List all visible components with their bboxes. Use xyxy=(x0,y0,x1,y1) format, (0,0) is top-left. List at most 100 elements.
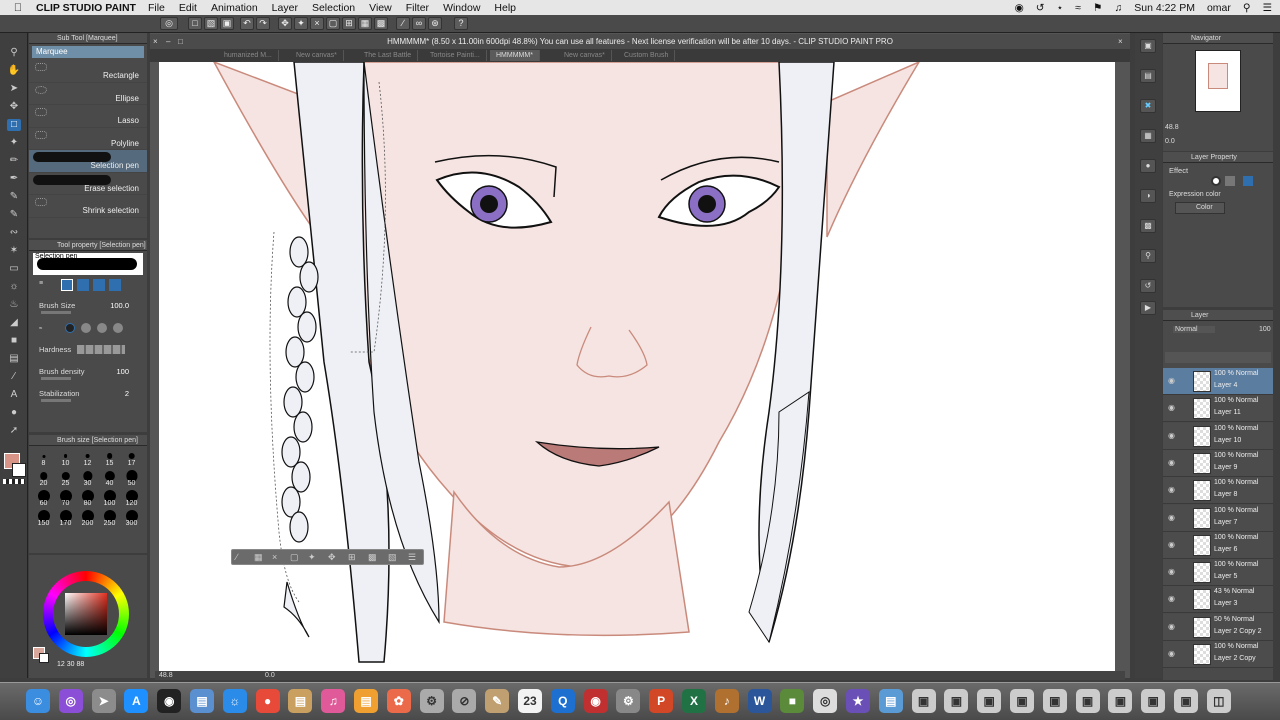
scale-launcher-icon[interactable]: ⊞ xyxy=(348,552,356,563)
anti-alias-strong[interactable] xyxy=(113,323,123,333)
trash-icon[interactable]: ◫ xyxy=(1206,689,1231,713)
brush-size-preset[interactable]: 150 xyxy=(33,508,54,527)
angle-readout[interactable]: 0.0 xyxy=(265,671,275,680)
layer-row[interactable]: ◉ 100 % Normal Layer 9 xyxy=(1163,449,1273,477)
hand-tool-icon[interactable]: ✋ xyxy=(7,65,21,77)
visibility-eye-icon[interactable]: ◉ xyxy=(1168,376,1175,385)
subtool-polyline[interactable]: Polyline xyxy=(29,128,147,150)
brush-size-preset[interactable]: 20 xyxy=(33,468,54,487)
brush-size-preset[interactable]: 60 xyxy=(33,488,54,507)
brush-density-slider[interactable] xyxy=(41,377,71,380)
subtool-selection-pen[interactable]: Selection pen xyxy=(29,150,147,173)
invert-launcher-icon[interactable]: ▢ xyxy=(290,552,299,563)
brush-size-preset[interactable]: 80 xyxy=(77,488,98,507)
safari-icon[interactable]: ☼ xyxy=(222,689,247,713)
menu-filter[interactable]: Filter xyxy=(406,2,429,14)
navigator-zoom[interactable]: 48.8 xyxy=(1165,124,1179,131)
subtool-shrink-selection[interactable]: Shrink selection xyxy=(29,195,147,218)
effect-tone-icon[interactable] xyxy=(1225,176,1235,186)
deselect-launcher-icon[interactable]: × xyxy=(272,552,277,562)
visibility-eye-icon[interactable]: ◉ xyxy=(1168,567,1175,576)
ibooks-icon[interactable]: ▤ xyxy=(354,689,378,713)
anti-alias-weak[interactable] xyxy=(81,323,91,333)
brush-size-preset[interactable]: 25 xyxy=(55,468,76,487)
layer-row[interactable]: ◉ 100 % Normal Layer 7 xyxy=(1163,504,1273,532)
subtool-lasso[interactable]: Lasso xyxy=(29,105,147,128)
frame-tool-icon[interactable]: ▤ xyxy=(7,353,21,365)
visibility-eye-icon[interactable]: ◉ xyxy=(1168,431,1175,440)
layer-row[interactable]: ◉ 100 % Normal Layer 4 xyxy=(1163,368,1273,395)
layer-row[interactable]: ◉ 50 % Normal Layer 2 Copy 2 xyxy=(1163,613,1273,641)
brush-tool-icon[interactable]: ✎ xyxy=(7,209,21,221)
gradient-tool-icon[interactable]: ◢ xyxy=(7,317,21,329)
doc-tab[interactable]: The Last Battle xyxy=(358,50,419,61)
brush-size-value[interactable]: 100.0 xyxy=(110,301,129,310)
menu-selection[interactable]: Selection xyxy=(312,2,355,14)
window-icon[interactable]: ▣ xyxy=(1141,689,1166,713)
fill-tool-icon[interactable]: ♨ xyxy=(7,299,21,311)
doc-tab-active[interactable]: HMMMMM* xyxy=(490,50,540,61)
subtool-rectangle[interactable]: Rectangle xyxy=(29,60,147,83)
help-icon[interactable]: ? xyxy=(454,17,468,30)
auto-action-icon[interactable]: ▶ xyxy=(1140,301,1156,315)
minecraft-icon[interactable]: ■ xyxy=(780,689,805,713)
color-set-icon[interactable]: ▩ xyxy=(1140,219,1156,233)
notes-icon[interactable]: ▤ xyxy=(288,689,313,713)
edit-selection-icon[interactable]: ∕ xyxy=(236,552,238,562)
noti-icon[interactable]: ⊘ xyxy=(452,689,477,713)
subtool-erase-selection[interactable]: Erase selection xyxy=(29,173,147,195)
doc-tab[interactable]: Tortoise Painti... xyxy=(424,50,487,61)
move-layer-tool-icon[interactable]: ✥ xyxy=(7,101,21,113)
doc-tab[interactable]: New canvas* xyxy=(290,50,344,61)
snap-ruler-icon[interactable]: ∕ xyxy=(396,17,410,30)
menu-edit[interactable]: Edit xyxy=(179,2,197,14)
auto-select-tool-icon[interactable]: ✦ xyxy=(7,137,21,149)
layer-search-icon[interactable]: ⚲ xyxy=(1140,249,1156,263)
fill-launcher-icon[interactable]: ▩ xyxy=(368,552,377,563)
undo-icon[interactable]: ↶ xyxy=(240,17,254,30)
stabilization-row[interactable]: Stabilization 2 xyxy=(29,385,147,407)
balloon-tool-icon[interactable]: ● xyxy=(7,407,21,419)
excel-icon[interactable]: X xyxy=(682,689,706,713)
doc-tab[interactable]: Custom Brush xyxy=(618,50,676,61)
fill-icon[interactable]: ▩ xyxy=(374,17,388,30)
window-icon[interactable]: ▣ xyxy=(1010,689,1034,713)
brush-size-preset[interactable]: 250 xyxy=(99,508,120,527)
guitar-icon[interactable]: ♪ xyxy=(714,689,739,713)
quicktime-icon[interactable]: Q xyxy=(550,689,575,713)
brush-density-value[interactable]: 100 xyxy=(116,367,129,376)
record-icon[interactable]: ◉ xyxy=(1015,2,1024,14)
snap-grid-icon[interactable]: ⊛ xyxy=(428,17,442,30)
visibility-eye-icon[interactable]: ◉ xyxy=(1168,594,1175,603)
subtool-ellipse[interactable]: Ellipse xyxy=(29,83,147,105)
minimize-window-icon[interactable]: – xyxy=(166,37,170,46)
brush-size-preset[interactable]: 70 xyxy=(55,488,76,507)
snap-special-icon[interactable]: ∞ xyxy=(412,17,426,30)
airbrush-tool-icon[interactable]: ∾ xyxy=(7,227,21,239)
imovie-icon[interactable]: ★ xyxy=(846,689,870,713)
effect-color-icon[interactable] xyxy=(1243,176,1253,186)
window-icon[interactable]: ▣ xyxy=(944,689,969,713)
effect-border-icon[interactable] xyxy=(1211,176,1221,186)
zoom-readout[interactable]: 48.8 xyxy=(159,672,173,679)
system-prefs-icon[interactable]: ⚙ xyxy=(616,689,641,713)
brush-size-row[interactable]: Brush Size 100.0 xyxy=(29,297,147,319)
figure-tool-icon[interactable]: ■ xyxy=(7,335,21,347)
navigator-angle[interactable]: 0.0 xyxy=(1165,138,1175,145)
invert-selection-icon[interactable]: ▢ xyxy=(326,17,340,30)
brush-size-preset[interactable]: 30 xyxy=(77,468,98,487)
doc-tab[interactable]: New canvas* xyxy=(558,50,612,61)
layer-row[interactable]: ◉ 100 % Normal Layer 6 xyxy=(1163,531,1273,559)
window-icon[interactable]: ▣ xyxy=(1075,689,1100,713)
launcher-settings-icon[interactable]: ☰ xyxy=(408,552,416,563)
brush-size-icon[interactable]: ● xyxy=(1140,159,1156,173)
layer-row[interactable]: ◉ 100 % Normal Layer 8 xyxy=(1163,477,1273,505)
finder-icon[interactable]: ☺ xyxy=(26,689,50,713)
sub-color-indicator[interactable] xyxy=(39,653,49,663)
folder-icon[interactable]: ▤ xyxy=(878,689,903,713)
brush-size-preset[interactable]: 10 xyxy=(55,448,76,467)
clip-studio-icon[interactable]: ◎ xyxy=(160,17,178,30)
zoom-tool-icon[interactable]: ⚲ xyxy=(7,47,21,59)
preview-icon[interactable]: ▤ xyxy=(190,689,214,713)
sub-color-swatch[interactable] xyxy=(12,463,26,477)
